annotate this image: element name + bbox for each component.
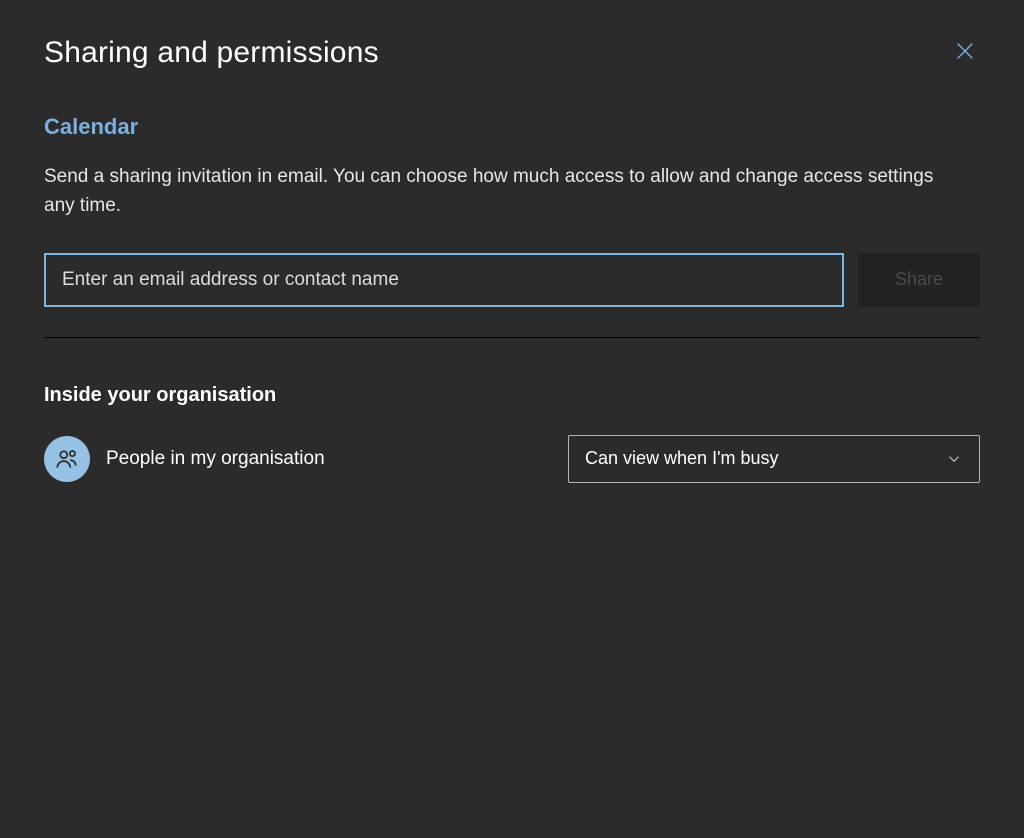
close-button[interactable] — [950, 36, 980, 66]
email-input[interactable] — [44, 253, 844, 307]
calendar-subtitle: Calendar — [44, 114, 980, 140]
page-title: Sharing and permissions — [44, 36, 379, 70]
share-button[interactable]: Share — [858, 253, 980, 307]
avatar — [44, 436, 90, 482]
permission-row: People in my organisation Can view when … — [44, 435, 980, 483]
permission-label: People in my organisation — [106, 448, 552, 470]
people-icon — [54, 446, 80, 472]
permission-select-value: Can view when I'm busy — [585, 448, 779, 469]
calendar-description: Send a sharing invitation in email. You … — [44, 162, 964, 221]
organisation-heading: Inside your organisation — [44, 384, 980, 407]
chevron-down-icon — [945, 450, 963, 468]
share-input-row: Share — [44, 253, 980, 307]
section-divider — [44, 337, 980, 338]
close-icon — [954, 40, 976, 62]
permission-select[interactable]: Can view when I'm busy — [568, 435, 980, 483]
